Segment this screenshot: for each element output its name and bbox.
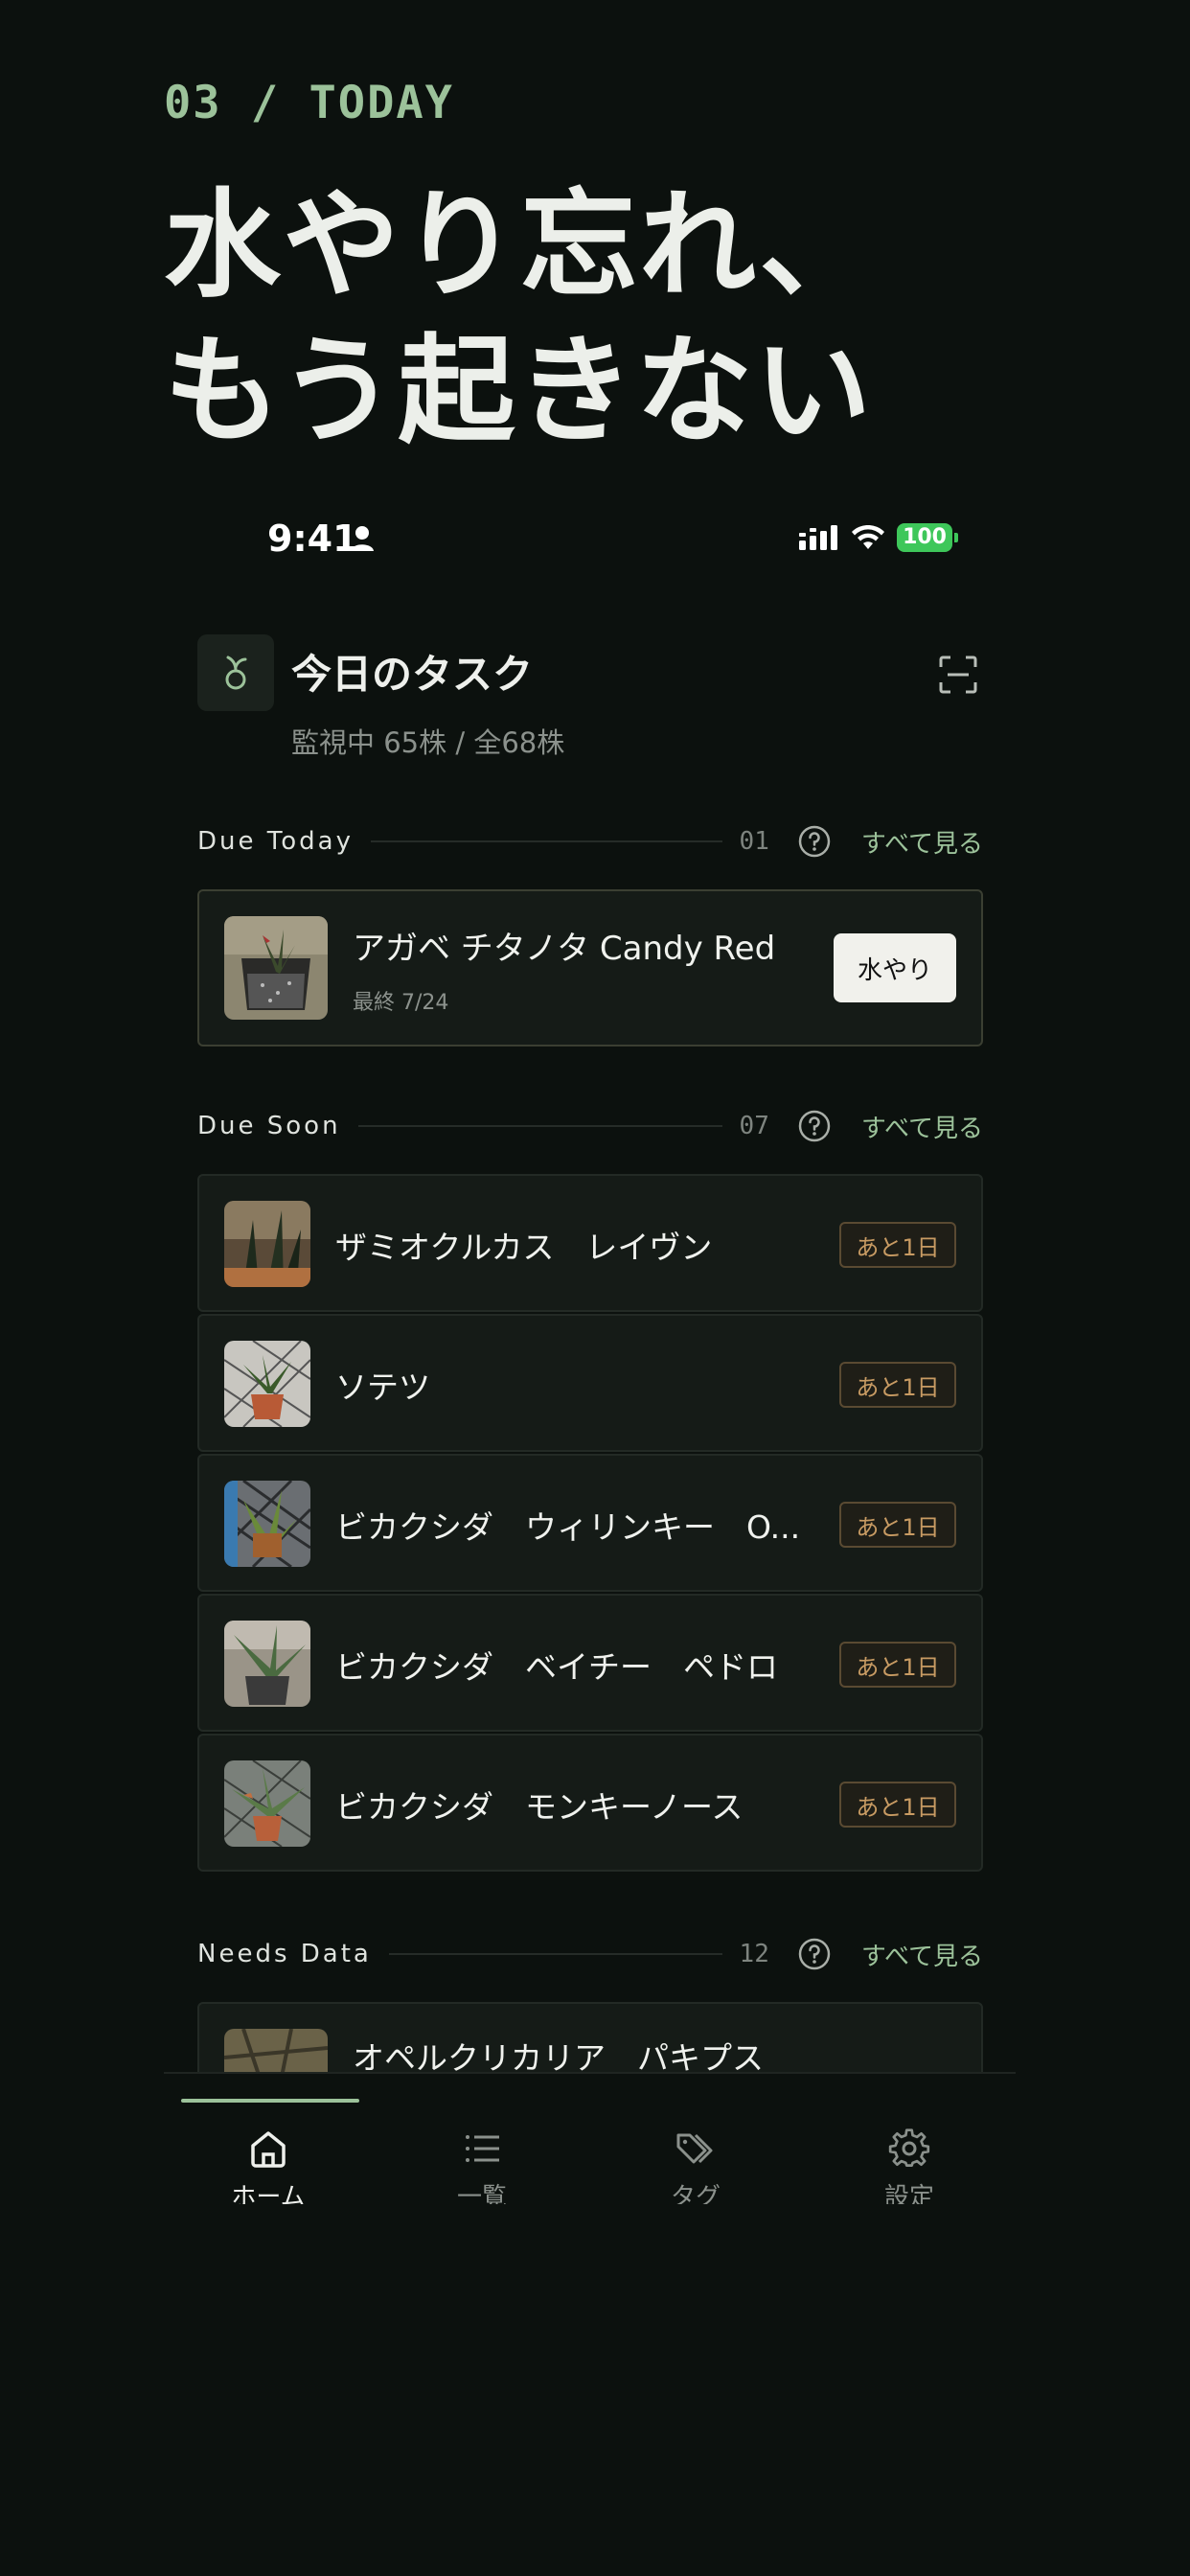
- see-all-link[interactable]: すべて見る: [861, 1109, 983, 1144]
- plant-thumbnail: [224, 1481, 310, 1567]
- tab-label: 一覧: [456, 2183, 507, 2204]
- plant-row[interactable]: ビカクシダ ウィリンキー O... あと1日: [197, 1454, 983, 1592]
- section-count: 12: [739, 1940, 769, 1968]
- phone-screen: 9:41 100 今日のタスク 監視中 65株 / 全68株 Due Today…: [164, 479, 1016, 2204]
- headline-line-2: もう起きない: [164, 323, 874, 459]
- divider: [370, 840, 722, 842]
- plant-name: アガベ チタノタ Candy Red: [353, 930, 776, 968]
- due-badge: あと1日: [839, 1222, 956, 1268]
- plant-thumbnail: [224, 1201, 310, 1287]
- headline-line-1: 水やり忘れ、: [164, 177, 879, 313]
- tab-home[interactable]: ホーム: [196, 2128, 340, 2204]
- plant-row[interactable]: ビカクシダ モンキーノース あと1日: [197, 1734, 983, 1872]
- plant-name: ソテツ: [335, 1368, 430, 1406]
- plant-thumbnail: [224, 1341, 310, 1427]
- plant-row[interactable]: ソテツ あと1日: [197, 1314, 983, 1452]
- tab-settings[interactable]: 設定: [837, 2128, 981, 2204]
- due-badge: あと1日: [839, 1642, 956, 1688]
- due-badge: あと1日: [839, 1502, 956, 1548]
- tab-label: ホーム: [231, 2183, 306, 2204]
- cellular-signal-icon: [799, 525, 838, 550]
- see-all-link[interactable]: すべて見る: [861, 1937, 983, 1972]
- list-icon: [466, 2135, 499, 2162]
- divider: [357, 1125, 722, 1127]
- see-all-link[interactable]: すべて見る: [861, 824, 983, 860]
- due-badge: あと1日: [839, 1362, 956, 1408]
- app-logo-icon: [197, 634, 274, 711]
- due-badge: あと1日: [839, 1782, 956, 1828]
- tag-icon: [676, 2133, 713, 2164]
- tab-bar: ホーム 一覧 タグ 設定: [164, 2072, 1016, 2204]
- water-button[interactable]: 水やり: [834, 933, 956, 1002]
- section-header-needs-data: Needs Data 12 すべて見る: [197, 1935, 983, 1973]
- help-icon[interactable]: [798, 1938, 831, 1970]
- status-bar: 9:41 100: [164, 479, 1016, 600]
- section-count: 01: [739, 827, 769, 856]
- last-watered: 最終 7/24: [353, 991, 449, 1015]
- tab-label: タグ: [670, 2183, 721, 2204]
- section-header-due-soon: Due Soon 07 すべて見る: [197, 1107, 983, 1145]
- eyebrow-label: 03 / TODAY: [164, 77, 454, 129]
- tab-tags[interactable]: タグ: [624, 2128, 767, 2204]
- plant-name: ビカクシダ ウィリンキー O...: [335, 1508, 801, 1546]
- task-card[interactable]: アガベ チタノタ Candy Red 最終 7/24 水やり: [197, 889, 983, 1046]
- monitoring-summary: 監視中 65株 / 全68株: [291, 726, 565, 759]
- section-title: Due Today: [197, 827, 354, 856]
- tab-list[interactable]: 一覧: [410, 2128, 554, 2204]
- scan-icon[interactable]: [939, 656, 977, 694]
- plant-row[interactable]: ザミオクルカス レイヴン あと1日: [197, 1174, 983, 1312]
- headline: 水やり忘れ、 もう起きない: [164, 172, 1074, 464]
- plant-thumbnail: [224, 916, 328, 1020]
- home-icon: [251, 2131, 286, 2168]
- settings-icon: [888, 2128, 930, 2167]
- section-title: Due Soon: [197, 1112, 341, 1140]
- plant-thumbnail: [224, 1621, 310, 1707]
- status-indicators: 100: [799, 523, 958, 552]
- screen: 03 / TODAY 水やり忘れ、 もう起きない 9:41 100 今日のタスク…: [0, 0, 1190, 2576]
- help-icon[interactable]: [798, 825, 831, 858]
- active-tab-indicator: [181, 2099, 359, 2103]
- plant-row[interactable]: ビカクシダ ベイチー ペドロ あと1日: [197, 1594, 983, 1732]
- page-title: 今日のタスク: [291, 651, 534, 698]
- divider: [388, 1953, 722, 1955]
- plant-name: ビカクシダ モンキーノース: [335, 1788, 744, 1826]
- plant-thumbnail: [224, 1760, 310, 1847]
- battery-tip: [954, 533, 958, 542]
- person-icon: [351, 526, 374, 551]
- battery-indicator: 100: [897, 523, 952, 552]
- section-header-due-today: Due Today 01 すべて見る: [197, 822, 983, 861]
- wifi-icon: [852, 525, 885, 549]
- tab-label: 設定: [883, 2183, 934, 2204]
- plant-name: ビカクシダ ベイチー ペドロ: [335, 1648, 778, 1686]
- help-icon[interactable]: [798, 1110, 831, 1142]
- section-title: Needs Data: [197, 1940, 372, 1968]
- status-time: 9:41: [267, 518, 358, 560]
- section-count: 07: [739, 1112, 769, 1140]
- plant-name: ザミオクルカス レイヴン: [335, 1229, 713, 1266]
